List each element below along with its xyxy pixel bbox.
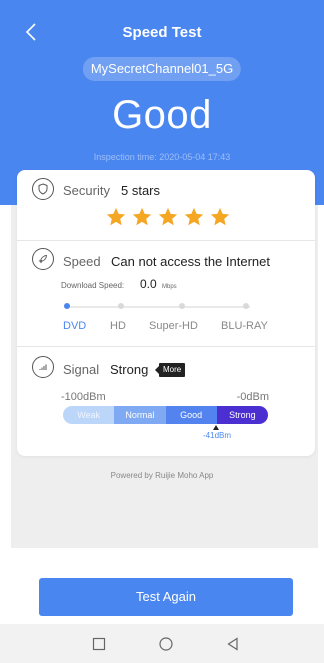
speed-tier-track <box>64 306 250 308</box>
inspection-time: Inspection time: 2020-05-04 17:43 <box>93 152 231 162</box>
star-icon <box>184 207 204 226</box>
tier-label-dvd: DVD <box>63 320 87 332</box>
result-card: Security 5 stars Speed Can not access th… <box>17 170 315 456</box>
divider <box>17 346 315 347</box>
signal-icon <box>32 356 54 378</box>
tier-dot-super-hd <box>179 303 185 309</box>
download-speed-unit: Mbps <box>162 284 177 290</box>
security-label: Security <box>63 183 110 198</box>
download-speed-value: 0.0 <box>140 277 157 291</box>
rocket-icon <box>32 248 54 270</box>
signal-level-strong: Strong <box>216 406 268 424</box>
signal-current-value: -41dBm <box>203 431 232 440</box>
security-value: 5 stars <box>121 183 161 198</box>
speed-value: Can not access the Internet <box>111 254 270 269</box>
test-again-button[interactable]: Test Again <box>39 578 293 616</box>
signal-level-good: Good <box>165 406 217 424</box>
divider <box>17 240 315 241</box>
tier-label-hd: HD <box>110 320 126 332</box>
overall-rating: Good <box>112 93 212 137</box>
speed-label: Speed <box>63 254 101 269</box>
star-icon <box>106 207 126 226</box>
signal-value: Strong <box>110 362 149 377</box>
ssid-badge: MySecretChannel01_5G <box>82 57 242 81</box>
page-title: Speed Test <box>122 24 202 41</box>
tier-label-blu-ray: BLU-RAY <box>221 320 268 332</box>
security-stars <box>105 206 231 228</box>
more-button[interactable]: More <box>154 363 186 377</box>
download-speed-label: Download Speed: <box>61 281 125 290</box>
home-icon[interactable] <box>158 636 174 652</box>
star-icon <box>132 207 152 226</box>
signal-level-normal: Normal <box>114 406 166 424</box>
tier-dot-hd <box>118 303 124 309</box>
tier-label-super-hd: Super-HD <box>149 320 198 332</box>
recent-apps-icon[interactable] <box>91 636 107 652</box>
star-icon <box>210 207 230 226</box>
signal-min-label: -100dBm <box>61 391 106 403</box>
star-icon <box>158 207 178 226</box>
signal-label: Signal <box>63 362 100 377</box>
tier-dot-blu-ray <box>243 303 249 309</box>
shield-icon <box>32 178 54 200</box>
back-icon[interactable] <box>225 636 241 652</box>
signal-strength-bar: Weak Normal Good Strong <box>63 406 268 424</box>
system-nav-bar <box>0 624 324 663</box>
signal-marker-icon <box>213 425 219 430</box>
signal-level-weak: Weak <box>63 406 115 424</box>
signal-max-label: -0dBm <box>236 391 269 403</box>
powered-by: Powered by Ruijie Moho App <box>110 471 214 480</box>
tier-dot-dvd <box>64 303 70 309</box>
